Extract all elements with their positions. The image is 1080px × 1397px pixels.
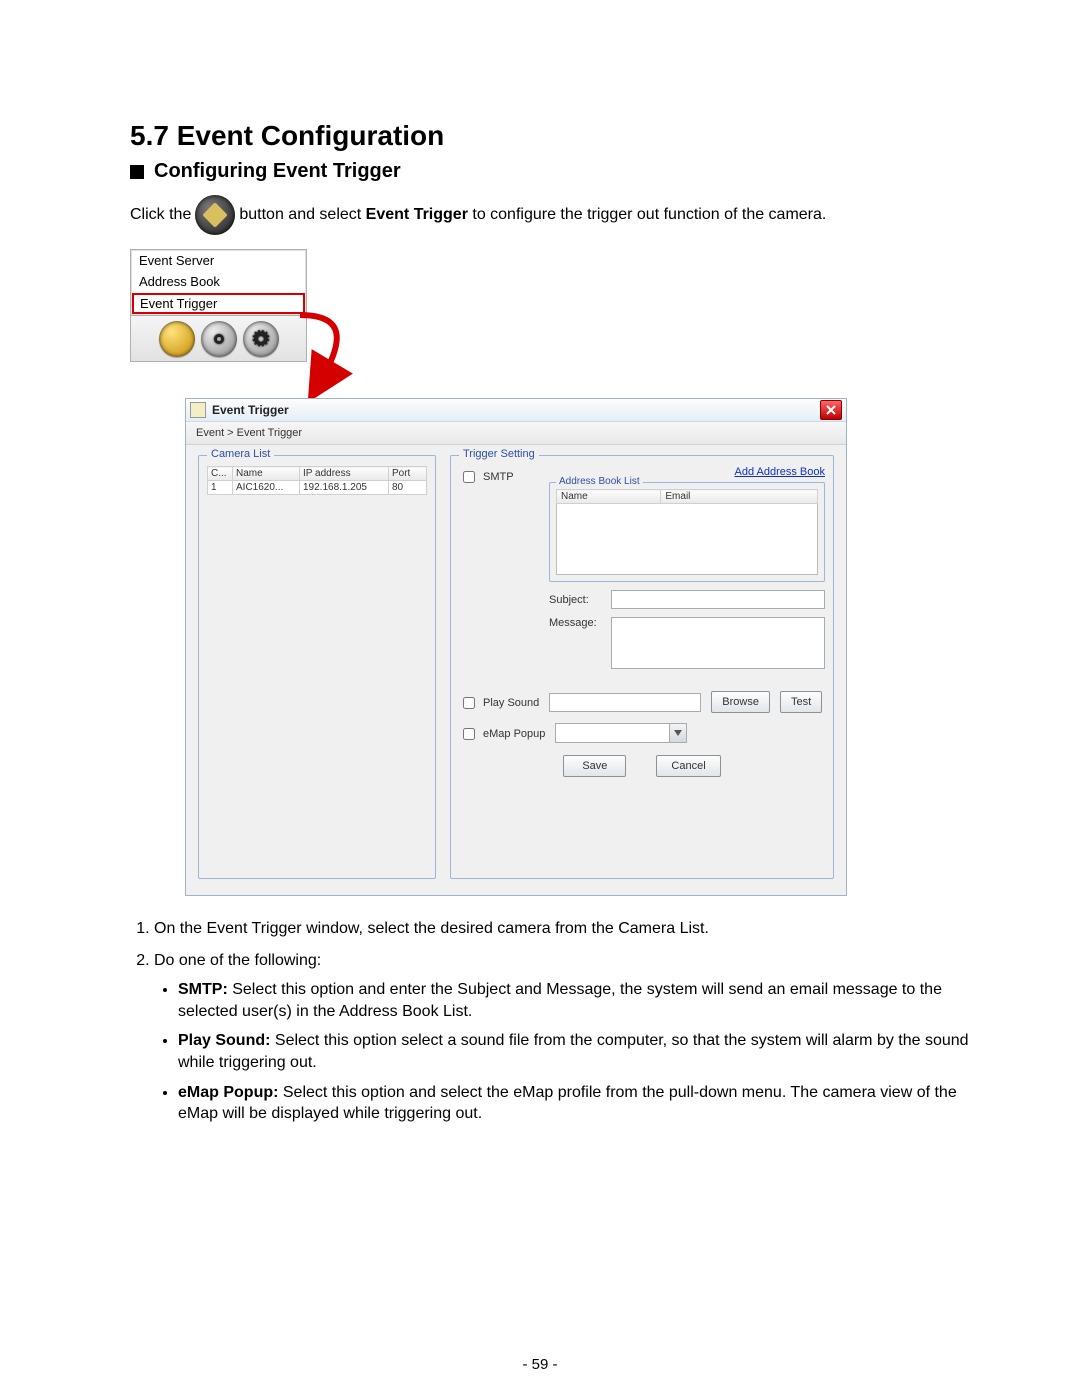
address-book-list-group: Address Book List NameEmail: [549, 482, 825, 582]
save-button[interactable]: Save: [563, 755, 626, 777]
substeps: SMTP: Select this option and enter the S…: [178, 979, 1000, 1125]
camera-list-group: Camera List C... Name IP address Port 1 …: [198, 455, 436, 879]
sound-path-input[interactable]: [549, 693, 701, 712]
step-1: On the Event Trigger window, select the …: [154, 918, 1000, 940]
subject-input[interactable]: [611, 590, 825, 609]
cell: AIC1620...: [233, 481, 300, 495]
context-menu: Event Server Address Book Event Trigger: [130, 249, 307, 316]
emap-select[interactable]: [555, 723, 687, 743]
edit-icon: [195, 195, 235, 235]
intro-bold: Event Trigger: [366, 206, 468, 223]
menu-item-address-book[interactable]: Address Book: [131, 271, 306, 292]
table-header-row: C... Name IP address Port: [208, 467, 427, 481]
camera-list-legend: Camera List: [207, 448, 274, 460]
step-1-text: On the Event Trigger window, select the …: [154, 920, 709, 937]
emap-checkbox[interactable]: [463, 728, 475, 740]
substep-smtp: SMTP: Select this option and enter the S…: [178, 979, 1000, 1022]
dialog-titlebar: Event Trigger: [186, 399, 846, 422]
toolbar-camera-icon[interactable]: [201, 321, 237, 357]
t: Select this option select a sound file f…: [178, 1032, 969, 1071]
smtp-checkbox[interactable]: [463, 471, 475, 483]
intro-post-1: button and select: [239, 206, 365, 223]
menu-item-event-server[interactable]: Event Server: [131, 250, 306, 271]
b: eMap Popup:: [178, 1084, 278, 1101]
cell: 1: [208, 481, 233, 495]
toolbar-gear-icon[interactable]: [243, 321, 279, 357]
camera-list-table[interactable]: C... Name IP address Port 1 AIC1620... 1…: [207, 466, 427, 495]
intro-paragraph: Click the button and select Event Trigge…: [130, 195, 1000, 235]
col-name: Name: [233, 467, 300, 481]
dialog-icon: [190, 402, 206, 418]
dialog-title: Event Trigger: [212, 403, 820, 417]
toolbar-edit-icon[interactable]: [159, 321, 195, 357]
table-row[interactable]: 1 AIC1620... 192.168.1.205 80: [208, 481, 427, 495]
col-port: Port: [389, 467, 427, 481]
address-book-table[interactable]: NameEmail: [556, 489, 818, 575]
substep-play-sound: Play Sound: Select this option select a …: [178, 1030, 1000, 1073]
t: Select this option and enter the Subject…: [178, 981, 942, 1020]
menu-item-event-trigger[interactable]: Event Trigger: [132, 293, 305, 314]
intro-pre: Click the: [130, 205, 191, 226]
message-input[interactable]: [611, 617, 825, 669]
bullet-square-icon: [130, 165, 144, 179]
play-sound-text: Play Sound: [483, 697, 539, 709]
subject-label: Subject:: [549, 594, 603, 606]
abl-col-name: Name: [557, 490, 661, 504]
smtp-checkbox-label[interactable]: SMTP: [459, 466, 539, 486]
abl-legend: Address Book List: [556, 476, 643, 487]
emap-text: eMap Popup: [483, 728, 545, 740]
t: Select this option and select the eMap p…: [178, 1084, 957, 1123]
intro-post-2: to configure the trigger out function of…: [468, 206, 826, 223]
context-menu-figure: Event Server Address Book Event Trigger: [130, 249, 1000, 362]
test-button[interactable]: Test: [780, 691, 822, 713]
col-ip: IP address: [300, 467, 389, 481]
breadcrumb: Event > Event Trigger: [186, 422, 846, 445]
cancel-button[interactable]: Cancel: [656, 755, 720, 777]
intro-post: button and select Event Trigger to confi…: [239, 205, 826, 226]
arrow-icon: [290, 310, 370, 405]
smtp-text: SMTP: [483, 471, 514, 483]
close-button[interactable]: [820, 400, 842, 420]
close-icon: [826, 405, 836, 415]
chevron-down-icon: [669, 724, 686, 742]
browse-button[interactable]: Browse: [711, 691, 770, 713]
step-2: Do one of the following: SMTP: Select th…: [154, 950, 1000, 1125]
step-2-text: Do one of the following:: [154, 952, 321, 969]
emap-checkbox-label[interactable]: eMap Popup: [459, 723, 545, 743]
trigger-setting-legend: Trigger Setting: [459, 448, 539, 460]
b: Play Sound:: [178, 1032, 270, 1049]
toolbar: [130, 316, 307, 362]
trigger-setting-group: Trigger Setting SMTP Add Address Book Ad…: [450, 455, 834, 879]
abl-col-email: Email: [661, 490, 818, 504]
subsection-title: Configuring Event Trigger: [130, 160, 1000, 183]
substep-emap: eMap Popup: Select this option and selec…: [178, 1082, 1000, 1125]
message-label: Message:: [549, 617, 603, 629]
play-sound-checkbox-label[interactable]: Play Sound: [459, 692, 539, 712]
cell: 192.168.1.205: [300, 481, 389, 495]
cell: 80: [389, 481, 427, 495]
col-c: C...: [208, 467, 233, 481]
subhead-text: Configuring Event Trigger: [154, 160, 401, 183]
play-sound-checkbox[interactable]: [463, 697, 475, 709]
steps-list: On the Event Trigger window, select the …: [130, 918, 1000, 1125]
section-title: 5.7 Event Configuration: [130, 120, 1000, 152]
event-trigger-dialog: Event Trigger Event > Event Trigger Came…: [185, 398, 847, 896]
b: SMTP:: [178, 981, 228, 998]
page-number: - 59 -: [522, 1356, 557, 1373]
